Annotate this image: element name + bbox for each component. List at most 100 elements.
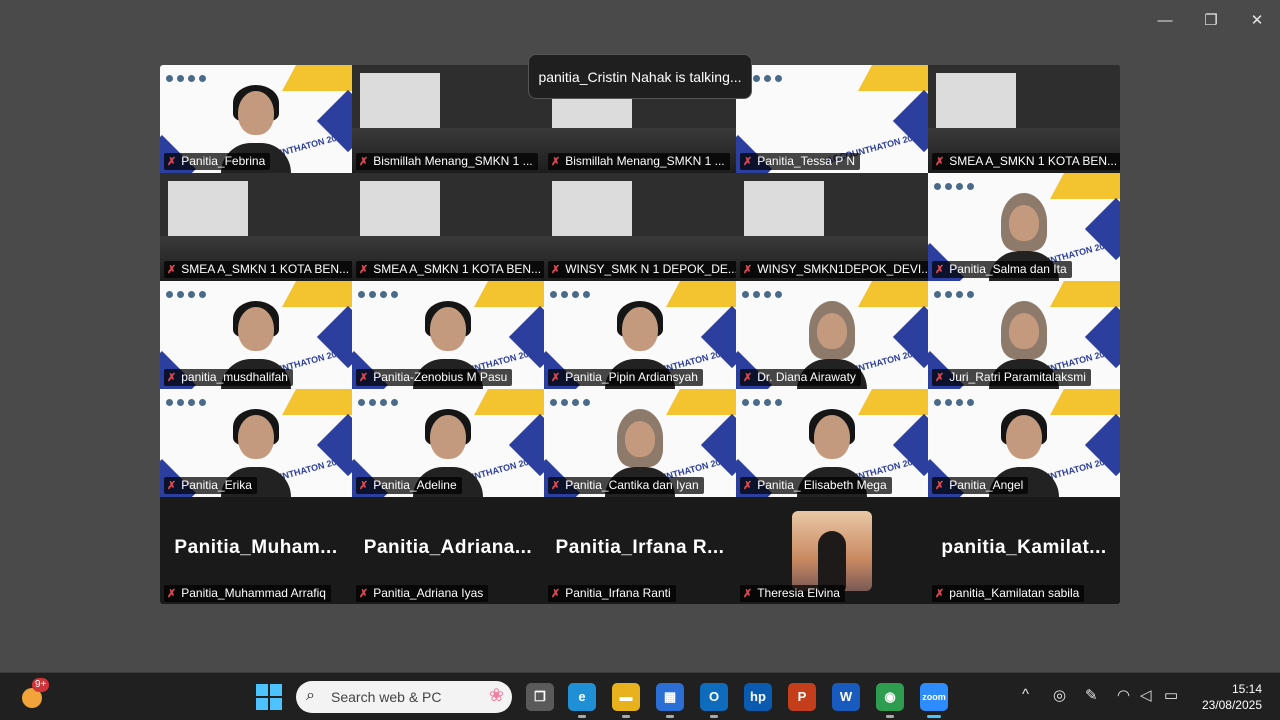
- copilot-icon[interactable]: ◎: [1053, 686, 1066, 704]
- notification-badge: 9+: [32, 678, 50, 692]
- muted-mic-icon: ✗: [359, 264, 369, 276]
- participant-tile[interactable]: ACCOUNTHATON 2025 ✗ Panitia-Zenobius M Pas…: [352, 281, 544, 389]
- outlook-icon[interactable]: O: [700, 683, 728, 718]
- powerpoint-icon[interactable]: P: [788, 683, 816, 711]
- search-box[interactable]: ⌕ Search web & PC ❀: [296, 681, 512, 713]
- participant-label: ✗ Panitia-Zenobius M Pasu: [356, 369, 513, 386]
- weather-widget[interactable]: 9+: [20, 678, 50, 710]
- participant-tile[interactable]: ACCOUNTHATON 2025 ✗ Dr. Diana Airawaty: [736, 281, 928, 389]
- participant-tile[interactable]: ACCOUNTHATON 2025 ✗ Panitia_Salma dan Ita: [928, 173, 1120, 281]
- sponsor-logos: [166, 285, 218, 298]
- talking-indicator: panitia_Cristin Nahak is talking...: [528, 54, 752, 99]
- participant-name: Panitia_Adeline: [373, 478, 457, 492]
- slide-decoration: [1050, 173, 1120, 199]
- participant-tile[interactable]: ACCOUNTHATON 2025 ✗ Panitia_Angel: [928, 389, 1120, 497]
- participant-tile[interactable]: ACCOUNTHATON 2025 ✗ Panitia_Febrina: [160, 65, 352, 173]
- file-explorer-icon[interactable]: ▬: [612, 683, 640, 718]
- taskbar: 9+ ⌕ Search web & PC ❀ ❐ e ▬ ▦ Ohp P W ◉ zoom ^ …: [0, 672, 1280, 720]
- muted-mic-icon: ✗: [551, 264, 561, 276]
- slide-decoration: [282, 65, 352, 91]
- participant-tile[interactable]: ✗ Bismillah Menang_SMKN 1 ...: [352, 65, 544, 173]
- participant-label: ✗ Panitia_Tessa P N: [740, 153, 861, 170]
- muted-mic-icon: ✗: [935, 372, 945, 384]
- show-hidden-icons-button[interactable]: ^: [1022, 686, 1029, 703]
- participant-tile[interactable]: ✗ SMEA A_SMKN 1 KOTA BEN...: [160, 173, 352, 281]
- participant-name: panitia_Kamilatan sabila: [949, 586, 1080, 600]
- participant-video: [552, 181, 632, 241]
- sponsor-logos: [742, 285, 794, 298]
- clock-date: 23/08/2025: [1201, 698, 1262, 712]
- wifi-icon[interactable]: ◠: [1117, 686, 1130, 704]
- slide-decoration: [474, 389, 544, 415]
- participant-label: ✗ Theresia Elvina: [740, 585, 845, 602]
- participant-name: Panitia_Tessa P N: [757, 154, 856, 168]
- participant-label: ✗ WINSY_SMKN1DEPOK_DEVI...: [740, 261, 928, 278]
- muted-mic-icon: ✗: [167, 372, 177, 384]
- participant-name: Panitia_Muhammad Arrafiq: [181, 586, 326, 600]
- task-view-icon[interactable]: ❐: [526, 683, 554, 711]
- start-button[interactable]: [256, 684, 282, 710]
- hp-icon[interactable]: hp: [744, 683, 772, 711]
- muted-mic-icon: ✗: [743, 372, 753, 384]
- participant-tile[interactable]: panitia_Kamilat... ✗ panitia_Kamilatan sab…: [928, 497, 1120, 604]
- participant-tile[interactable]: ACCOUNTHATON 2025 ✗ Panitia_Cantika dan Iy…: [544, 389, 736, 497]
- participant-name-display: Panitia_Adriana...: [363, 537, 533, 558]
- sponsor-logos: [934, 285, 986, 298]
- participant-tile[interactable]: ✗ WINSY_SMK N 1 DEPOK_DE...: [544, 173, 736, 281]
- participant-name: SMEA A_SMKN 1 KOTA BEN...: [949, 154, 1118, 168]
- participant-label: ✗ SMEA A_SMKN 1 KOTA BEN...: [932, 153, 1120, 170]
- participant-label: ✗ SMEA A_SMKN 1 KOTA BEN...: [356, 261, 544, 278]
- participant-name: Panitia-Zenobius M Pasu: [373, 370, 508, 384]
- muted-mic-icon: ✗: [743, 588, 753, 600]
- participant-tile[interactable]: ACCOUNTHATON 2025 ✗ panitia_musdhalifah: [160, 281, 352, 389]
- store-icon[interactable]: ▦: [656, 683, 684, 718]
- word-icon[interactable]: W: [832, 683, 860, 711]
- participant-label: ✗ Juri_Ratri Paramitalaksmi: [932, 369, 1091, 386]
- participant-tile[interactable]: ACCOUNTHATON 2025 ✗ Panitia_Erika: [160, 389, 352, 497]
- participant-tile[interactable]: ACCOUNTHATON 2025 ✗ Juri_Ratri Paramitalak…: [928, 281, 1120, 389]
- participant-name: Panitia_Cantika dan Iyan: [565, 478, 699, 492]
- participant-name-display: Panitia_Muham...: [174, 537, 338, 558]
- muted-mic-icon: ✗: [359, 480, 369, 492]
- edge-icon[interactable]: e: [568, 683, 596, 718]
- participant-name: Panitia_Pipin Ardiansyah: [565, 370, 698, 384]
- participant-tile[interactable]: ✗ SMEA A_SMKN 1 KOTA BEN...: [928, 65, 1120, 173]
- volume-icon[interactable]: ◁: [1140, 686, 1152, 704]
- slide-decoration: [1050, 389, 1120, 415]
- participant-tile[interactable]: ✗ SMEA A_SMKN 1 KOTA BEN...: [352, 173, 544, 281]
- restore-button[interactable]: ❐: [1196, 10, 1226, 32]
- close-button[interactable]: ✕: [1242, 10, 1272, 32]
- participant-label: ✗ Bismillah Menang_SMKN 1 ...: [548, 153, 730, 170]
- chrome-icon[interactable]: ◉: [876, 683, 904, 718]
- participant-name: WINSY_SMKN1DEPOK_DEVI...: [757, 262, 928, 276]
- muted-mic-icon: ✗: [551, 588, 561, 600]
- slide-decoration: [666, 281, 736, 307]
- participant-name: Panitia_Angel: [949, 478, 1024, 492]
- participant-tile[interactable]: ACCOUNTHATON 2025 ✗ Panitia_ Elisabeth Meg…: [736, 389, 928, 497]
- participant-label: ✗ Dr. Diana Airawaty: [740, 369, 861, 386]
- clock[interactable]: 15:14 23/08/2025: [1202, 681, 1262, 713]
- participant-label: ✗ Panitia_ Elisabeth Mega: [740, 477, 892, 494]
- participant-tile[interactable]: ACCOUNTHATON 2025 ✗ Panitia_Tessa P N: [736, 65, 928, 173]
- battery-icon[interactable]: ▭: [1164, 686, 1178, 704]
- participant-name: Theresia Elvina: [757, 586, 840, 600]
- participant-name: panitia_musdhalifah: [181, 370, 288, 384]
- zoom-icon[interactable]: zoom: [920, 683, 948, 718]
- participant-tile[interactable]: Panitia_Irfana R... ✗ Panitia_Irfana Ranti: [544, 497, 736, 604]
- slide-decoration: [282, 389, 352, 415]
- windows-logo-icon: [256, 684, 268, 696]
- participant-tile[interactable]: Panitia_Muham... ✗ Panitia_Muhammad Arrafi…: [160, 497, 352, 604]
- participant-tile[interactable]: ACCOUNTHATON 2025 ✗ Panitia_Adeline: [352, 389, 544, 497]
- participant-label: ✗ Panitia_Cantika dan Iyan: [548, 477, 704, 494]
- slide-decoration: [282, 281, 352, 307]
- participant-tile[interactable]: Panitia_Adriana... ✗ Panitia_Adriana Iyas: [352, 497, 544, 604]
- participant-tile[interactable]: ✗ WINSY_SMKN1DEPOK_DEVI...: [736, 173, 928, 281]
- participant-video: [360, 181, 440, 241]
- participant-tile[interactable]: ✗ Theresia Elvina: [736, 497, 928, 604]
- pen-icon[interactable]: ✎: [1085, 686, 1098, 704]
- participant-label: ✗ SMEA A_SMKN 1 KOTA BEN...: [164, 261, 352, 278]
- participant-video: [936, 73, 1016, 133]
- participant-tile[interactable]: ACCOUNTHATON 2025 ✗ Panitia_Pipin Ardiansy…: [544, 281, 736, 389]
- muted-mic-icon: ✗: [359, 156, 369, 168]
- minimize-button[interactable]: —: [1150, 10, 1180, 32]
